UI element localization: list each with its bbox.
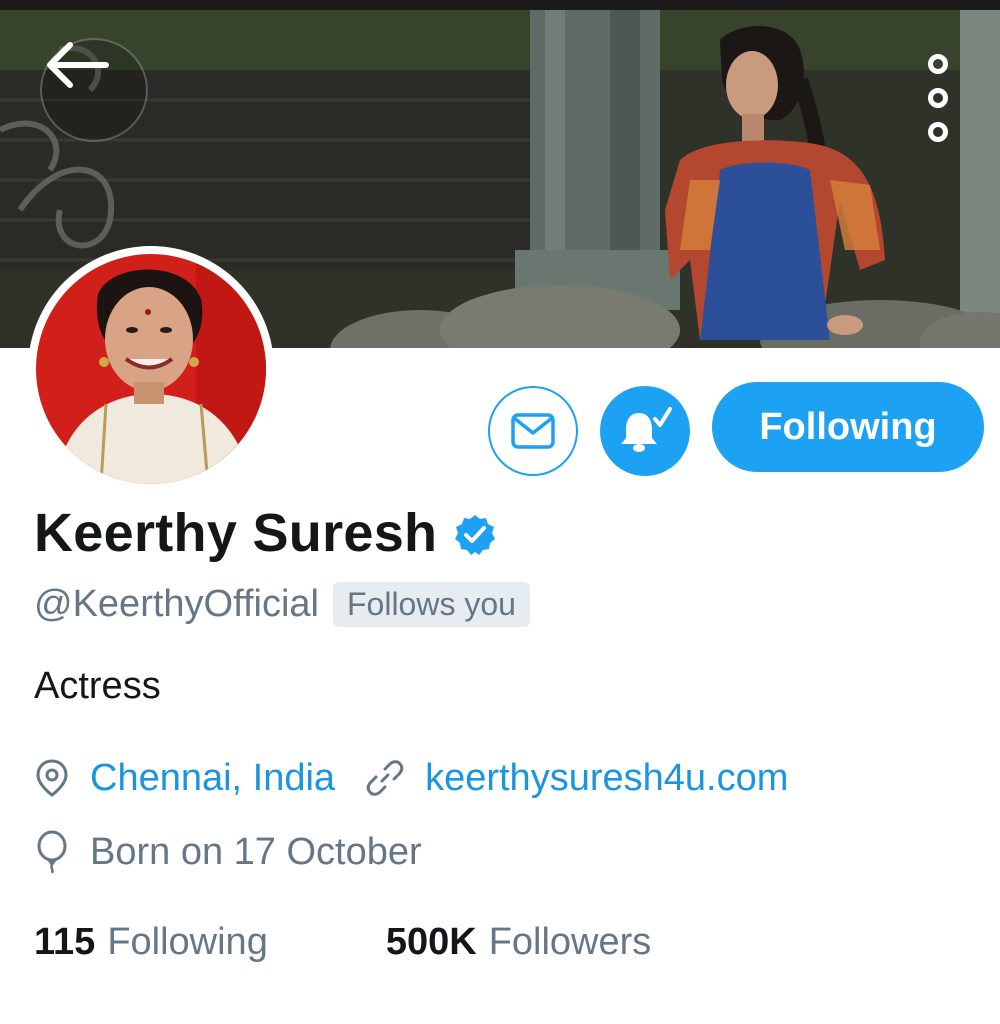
link-icon xyxy=(365,758,405,798)
website-group: keerthysuresh4u.com xyxy=(365,757,788,800)
profile-bio: Actress xyxy=(34,665,161,707)
profile-name: Keerthy Suresh xyxy=(34,503,438,563)
follows-you-badge: Follows you xyxy=(332,581,530,627)
following-stat[interactable]: 115 Following xyxy=(34,921,268,964)
status-bar xyxy=(0,0,1000,10)
followers-label: Followers xyxy=(488,920,652,963)
website-link[interactable]: keerthysuresh4u.com xyxy=(425,757,788,800)
avatar-photo xyxy=(36,254,266,484)
back-arrow-icon xyxy=(47,42,109,88)
followers-count: 500K xyxy=(385,920,477,963)
profile-name-row: Keerthy Suresh xyxy=(34,498,497,568)
profile-handle: @KeerthyOfficial xyxy=(34,582,319,625)
message-button[interactable] xyxy=(488,386,578,476)
followers-stat[interactable]: 500K Followers xyxy=(386,921,651,964)
balloon-icon xyxy=(34,830,70,874)
following-label: Following xyxy=(107,920,268,963)
birthday-row: Born on 17 October xyxy=(34,826,422,878)
more-options-button[interactable] xyxy=(916,54,960,142)
handle-row: @KeerthyOfficial Follows you xyxy=(34,578,530,630)
bell-check-icon xyxy=(621,407,672,452)
more-vertical-icon xyxy=(928,54,948,74)
location-link[interactable]: Chennai, India xyxy=(90,757,335,800)
notifications-button[interactable] xyxy=(600,386,690,476)
verified-badge-icon xyxy=(455,515,496,555)
follow-stats: 115 Following 500K Followers xyxy=(34,914,651,970)
birthday-text: Born on 17 October xyxy=(90,830,422,873)
location-website-row: Chennai, India keerthysuresh4u.com xyxy=(34,752,788,804)
following-count: 115 xyxy=(34,920,96,963)
back-button[interactable] xyxy=(40,38,148,142)
avatar[interactable] xyxy=(28,246,274,492)
location-pin-icon xyxy=(34,758,70,798)
envelope-icon xyxy=(511,413,555,449)
following-button[interactable]: Following xyxy=(712,382,984,472)
